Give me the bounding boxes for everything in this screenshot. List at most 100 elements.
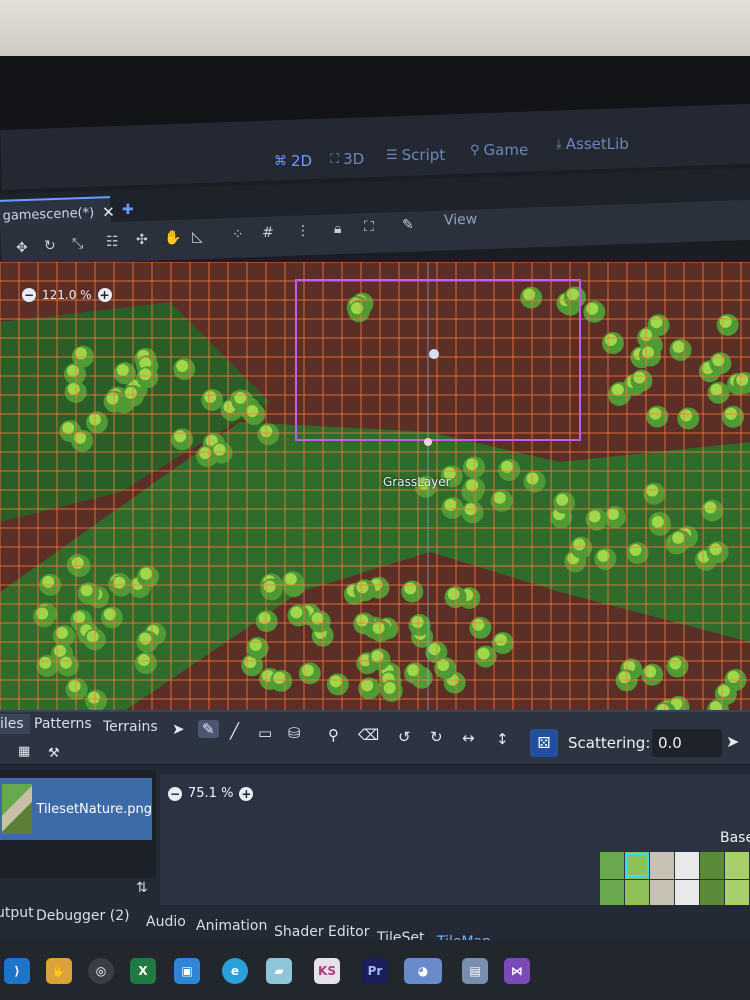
edge-icon[interactable]: e xyxy=(222,958,248,984)
viewport-zoom-control: − 121.0 % + xyxy=(22,288,112,302)
atlas-tile[interactable] xyxy=(650,852,674,879)
atlas-tile[interactable] xyxy=(675,880,699,907)
atlas-tile[interactable] xyxy=(600,852,624,879)
tree-highlight xyxy=(573,538,586,551)
atlas-tile[interactable] xyxy=(725,880,749,907)
vscode-icon[interactable]: ⟩ xyxy=(4,958,30,984)
tree-highlight xyxy=(86,630,99,643)
mode-script[interactable]: ☰ Script xyxy=(386,146,445,164)
sort-icon[interactable]: ⇅ xyxy=(136,880,148,896)
lock-icon[interactable]: 🔒︎ xyxy=(334,221,341,237)
tab-animation[interactable]: Animation xyxy=(196,918,267,934)
node-origin xyxy=(424,438,432,446)
mode-assetlib[interactable]: ⤓ AssetLib xyxy=(556,135,629,153)
browser-icon[interactable]: ◎ xyxy=(88,958,114,984)
pan-icon[interactable]: ✋ xyxy=(164,230,181,246)
more-icon[interactable]: ⋮ xyxy=(296,223,310,239)
godot-icon[interactable]: ◕ xyxy=(404,958,442,984)
rotate-icon[interactable]: ↻ xyxy=(44,238,56,254)
atlas-zoom-out-button[interactable]: − xyxy=(168,786,182,801)
ruler-icon[interactable]: ◺ xyxy=(192,229,203,245)
atlas-tile[interactable] xyxy=(700,880,724,907)
select-tool-icon[interactable]: ➤ xyxy=(172,720,185,738)
grid-toggle-icon[interactable]: ▦ xyxy=(18,744,30,759)
tree-highlight xyxy=(680,409,693,422)
group-icon[interactable]: ⛶ xyxy=(364,219,374,235)
random-tile-toggle[interactable]: ⚄ xyxy=(530,729,558,757)
tree-highlight xyxy=(704,501,717,514)
view-menu[interactable]: View xyxy=(444,211,478,228)
atlas-zoom-in-button[interactable]: + xyxy=(239,786,254,801)
atlas-tile[interactable] xyxy=(650,880,674,907)
close-icon[interactable]: ✕ xyxy=(102,203,115,221)
mode-3d[interactable]: ⛶ 3D xyxy=(330,150,364,168)
rotate-right-icon[interactable]: ↻ xyxy=(430,728,443,746)
vs-icon[interactable]: ⋈ xyxy=(504,958,530,984)
tree-highlight xyxy=(176,360,189,373)
files-icon[interactable]: ▤ xyxy=(462,958,488,984)
tree-highlight xyxy=(124,386,137,399)
tab-tiles[interactable]: iles xyxy=(0,714,30,734)
tree-highlight xyxy=(466,458,479,471)
mode-game[interactable]: ⚲ Game xyxy=(470,141,528,159)
eraser-tool-icon[interactable]: ⌫ xyxy=(358,726,379,744)
tab-shader-editor[interactable]: Shader Editor xyxy=(274,924,369,940)
zoom-in-button[interactable]: + xyxy=(97,288,112,302)
move-icon[interactable]: ✥ xyxy=(16,240,28,256)
picker-tool-icon[interactable]: ⚲ xyxy=(328,726,339,744)
tab-audio[interactable]: Audio xyxy=(146,914,186,930)
tab-debugger[interactable]: Debugger (2) xyxy=(36,908,130,924)
atlas-tile[interactable] xyxy=(625,852,649,879)
tileset-source-item[interactable]: TilesetNature.png xyxy=(0,778,152,840)
bone-icon[interactable]: ✎ xyxy=(402,217,414,233)
scattering-input[interactable]: 0.0 xyxy=(652,729,722,757)
tree-highlight xyxy=(556,493,569,506)
line-tool-icon[interactable]: ╱ xyxy=(230,722,239,740)
flip-h-icon[interactable]: ↔ xyxy=(462,729,475,747)
tree-highlight xyxy=(137,654,150,667)
paint-tool-icon[interactable]: ✎ xyxy=(198,720,219,738)
zoom-out-button[interactable]: − xyxy=(22,288,36,302)
ks-icon[interactable]: KS xyxy=(314,958,340,984)
bucket-tool-icon[interactable]: ⛁ xyxy=(288,724,301,742)
hand-icon[interactable]: ✋ xyxy=(46,958,72,984)
list-icon[interactable]: ☷ xyxy=(106,234,119,250)
script-icon: ☰ xyxy=(386,147,398,163)
tree-highlight xyxy=(493,491,506,504)
node-label-grasslayer: GrassLayer xyxy=(383,475,451,489)
premiere-icon[interactable]: Pr xyxy=(362,958,388,984)
atlas-base-label: Base xyxy=(720,830,750,846)
mode-2d[interactable]: ⌘ 2D xyxy=(274,152,312,170)
tab-patterns[interactable]: Patterns xyxy=(34,716,92,732)
scale-icon[interactable]: ⤡ xyxy=(72,236,83,252)
atlas-tile[interactable] xyxy=(725,852,749,879)
tree-highlight xyxy=(404,582,417,595)
scene-viewport[interactable] xyxy=(0,262,750,714)
atlas-tile[interactable] xyxy=(625,880,649,907)
atlas-tile[interactable] xyxy=(600,880,624,907)
tree-highlight xyxy=(523,288,536,301)
tab-output[interactable]: utput xyxy=(0,905,34,921)
atlas-tile[interactable] xyxy=(700,852,724,879)
tree-highlight xyxy=(42,575,55,588)
rotate-left-icon[interactable]: ↺ xyxy=(398,728,411,746)
tree-highlight xyxy=(650,316,663,329)
rect-tool-icon[interactable]: ▭ xyxy=(258,724,272,742)
tree-highlight xyxy=(273,671,286,684)
excel-icon[interactable]: X xyxy=(130,958,156,984)
flip-v-icon[interactable]: ↕ xyxy=(496,730,509,748)
2d-icon: ⌘ xyxy=(274,153,287,169)
store-icon[interactable]: ▣ xyxy=(174,958,200,984)
pivot-icon[interactable]: ✣ xyxy=(136,232,148,248)
grid-snap-icon[interactable]: # xyxy=(262,225,274,241)
assetlib-icon: ⤓ xyxy=(556,136,562,152)
snap-icon[interactable]: ⁘ xyxy=(232,227,244,243)
tab-terrains[interactable]: Terrains xyxy=(103,719,158,735)
tree-highlight xyxy=(213,443,226,456)
add-tab-icon[interactable]: ✚ xyxy=(122,202,134,218)
atlas-zoom-value: 75.1 % xyxy=(188,786,234,801)
tree-highlight xyxy=(494,634,507,647)
tools-icon[interactable]: ⚒ xyxy=(48,746,60,761)
notes-icon[interactable]: ▰ xyxy=(266,958,292,984)
atlas-tile[interactable] xyxy=(675,852,699,879)
